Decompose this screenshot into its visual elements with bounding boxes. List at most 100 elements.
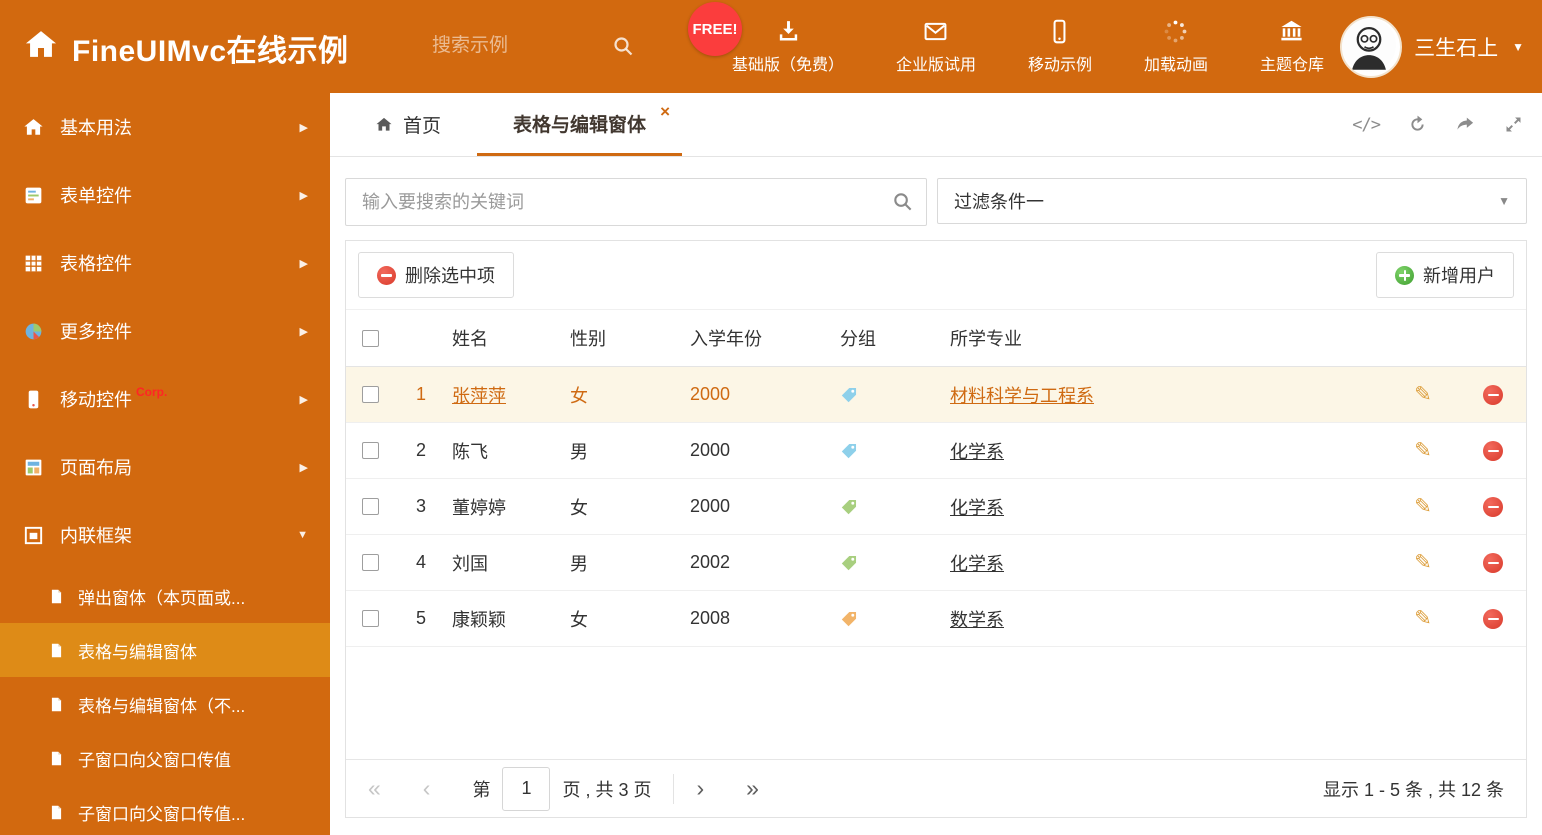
sidebar-item-1[interactable]: 基本用法 ▶ — [0, 93, 330, 161]
pagination-bar: « ‹ 第 页 , 共 3 页 › » 显示 1 - 5 条 , 共 12 条 — [346, 759, 1526, 817]
filter-dropdown[interactable]: 过滤条件一 ▼ — [937, 178, 1527, 224]
sidebar-item-2[interactable]: 表单控件 ▶ — [0, 161, 330, 229]
sidebar-subitem-4[interactable]: 子窗口向父窗口传值 — [0, 731, 330, 785]
search-icon[interactable] — [891, 190, 914, 213]
student-name: 陈飞 — [452, 441, 488, 462]
table-row[interactable]: 2 陈飞 男 2000 化学系 ✎ — [346, 423, 1526, 479]
corp-badge: Corp. — [136, 385, 168, 399]
add-user-button[interactable]: 新增用户 — [1376, 252, 1514, 298]
row-checkbox[interactable] — [361, 610, 379, 627]
table-icon — [22, 252, 45, 275]
sidebar-item-label: 移动控件 — [60, 390, 132, 410]
sidebar-subitem-2[interactable]: 表格与编辑窗体 — [0, 623, 330, 677]
delete-icon[interactable] — [1483, 440, 1503, 461]
last-page-button[interactable]: » — [746, 777, 759, 800]
tag-icon — [840, 442, 858, 460]
table-row[interactable]: 3 董婷婷 女 2000 化学系 ✎ — [346, 479, 1526, 535]
grid-panel: 删除选中项 新增用户 姓名 性别 入学年份 分组 所学专业 1 张萍萍 女 20… — [345, 240, 1527, 818]
close-icon[interactable]: × — [660, 103, 670, 120]
row-year: 2002 — [690, 552, 731, 572]
expand-icon[interactable] — [1503, 114, 1524, 135]
sidebar-item-label: 更多控件 — [60, 322, 132, 342]
tab-strip-actions: </> — [1352, 93, 1524, 156]
delete-icon[interactable] — [1483, 552, 1503, 573]
sidebar-item-5[interactable]: 移动控件 Corp. ▶ — [0, 365, 330, 433]
row-year: 2000 — [690, 440, 731, 460]
refresh-icon[interactable] — [1407, 114, 1428, 135]
select-all-checkbox[interactable] — [361, 329, 379, 347]
sidebar-item-6[interactable]: 页面布局 ▶ — [0, 433, 330, 501]
row-edit-cell: ✎ — [1386, 552, 1460, 573]
table-row[interactable]: 5 康颖颖 女 2008 数学系 ✎ — [346, 591, 1526, 647]
divider — [673, 773, 675, 804]
major-link[interactable]: 化学系 — [950, 550, 1004, 576]
home-logo-icon[interactable] — [22, 26, 60, 64]
edit-icon[interactable]: ✎ — [1414, 608, 1432, 629]
header-search[interactable] — [430, 28, 645, 66]
sidebar-item-4[interactable]: 更多控件 ▶ — [0, 297, 330, 365]
edit-icon[interactable]: ✎ — [1414, 552, 1432, 573]
edit-icon[interactable]: ✎ — [1414, 496, 1432, 517]
major-link[interactable]: 化学系 — [950, 494, 1004, 520]
keyword-search-input[interactable] — [360, 180, 884, 224]
nav-item-label: 企业版试用 — [895, 57, 976, 74]
search-icon[interactable] — [611, 34, 635, 58]
header-nav-item-1[interactable]: 基础版（免费） — [728, 18, 848, 75]
page-total-label: 页 , 共 3 页 — [562, 779, 652, 800]
bank-icon — [1278, 18, 1305, 45]
edit-icon[interactable]: ✎ — [1414, 440, 1432, 461]
row-edit-cell: ✎ — [1386, 440, 1460, 461]
tab-strip: 首页 表格与编辑窗体 × </> — [330, 93, 1542, 157]
header-search-input[interactable] — [430, 28, 594, 64]
chevron-down-icon: ▼ — [1498, 194, 1510, 208]
sidebar-subitem-5[interactable]: 子窗口向父窗口传值... — [0, 785, 330, 835]
avatar[interactable] — [1340, 16, 1403, 78]
tab-home[interactable]: 首页 — [360, 93, 455, 156]
student-name[interactable]: 张萍萍 — [452, 382, 506, 408]
app-header: FineUIMvc在线示例 基础版（免费） 企业版试用 移动示例 加载动画 主题仓库 F… — [0, 0, 1542, 93]
row-year: 2008 — [690, 608, 731, 628]
user-menu[interactable]: 三生石上 ▼ — [1340, 16, 1524, 78]
header-nav: 基础版（免费） 企业版试用 移动示例 加载动画 主题仓库 — [728, 0, 1328, 93]
sidebar-item-3[interactable]: 表格控件 ▶ — [0, 229, 330, 297]
delete-icon[interactable] — [1483, 608, 1503, 629]
home-icon — [22, 116, 45, 139]
source-code-icon[interactable]: </> — [1352, 115, 1381, 135]
header-nav-item-3[interactable]: 移动示例 — [1024, 18, 1096, 75]
file-icon — [48, 750, 65, 767]
page-number-input[interactable] — [502, 766, 551, 811]
student-name: 康颖颖 — [452, 609, 506, 630]
row-checkbox[interactable] — [361, 554, 379, 571]
header-nav-item-4[interactable]: 加载动画 — [1140, 18, 1212, 75]
header-nav-item-5[interactable]: 主题仓库 — [1256, 18, 1328, 75]
share-icon[interactable] — [1455, 114, 1476, 135]
filter-row: 过滤条件一 ▼ — [345, 178, 1527, 226]
tab-grid-edit-window[interactable]: 表格与编辑窗体 × — [477, 93, 683, 156]
sidebar-subitem-label: 子窗口向父窗口传值 — [78, 750, 231, 770]
major-link[interactable]: 数学系 — [950, 606, 1004, 632]
sidebar-subitem-1[interactable]: 弹出窗体（本页面或... — [0, 569, 330, 623]
record-summary: 显示 1 - 5 条 , 共 12 条 — [1322, 779, 1504, 800]
col-major: 所学专业 — [950, 329, 1022, 349]
delete-icon[interactable] — [1483, 384, 1503, 405]
row-edit-cell: ✎ — [1386, 384, 1460, 405]
delete-selected-button[interactable]: 删除选中项 — [358, 252, 514, 298]
table-row[interactable]: 1 张萍萍 女 2000 材料科学与工程系 ✎ — [346, 367, 1526, 423]
row-edit-cell: ✎ — [1386, 608, 1460, 629]
chevron-right-icon: ▶ — [299, 189, 308, 202]
major-link[interactable]: 材料科学与工程系 — [950, 382, 1094, 408]
next-page-button[interactable]: › — [696, 777, 704, 800]
header-nav-item-2[interactable]: 企业版试用 — [892, 18, 980, 75]
col-year: 入学年份 — [690, 329, 762, 349]
major-link[interactable]: 化学系 — [950, 438, 1004, 464]
edit-icon[interactable]: ✎ — [1414, 384, 1432, 405]
sidebar-subitem-3[interactable]: 表格与编辑窗体（不... — [0, 677, 330, 731]
row-checkbox[interactable] — [361, 498, 379, 515]
table-row[interactable]: 4 刘国 男 2002 化学系 ✎ — [346, 535, 1526, 591]
prev-page-button[interactable]: ‹ — [423, 777, 431, 800]
row-checkbox[interactable] — [361, 386, 379, 403]
row-checkbox[interactable] — [361, 442, 379, 459]
delete-icon[interactable] — [1483, 496, 1503, 517]
sidebar-item-7[interactable]: 内联框架 ▼ — [0, 501, 330, 569]
first-page-button[interactable]: « — [368, 777, 381, 800]
